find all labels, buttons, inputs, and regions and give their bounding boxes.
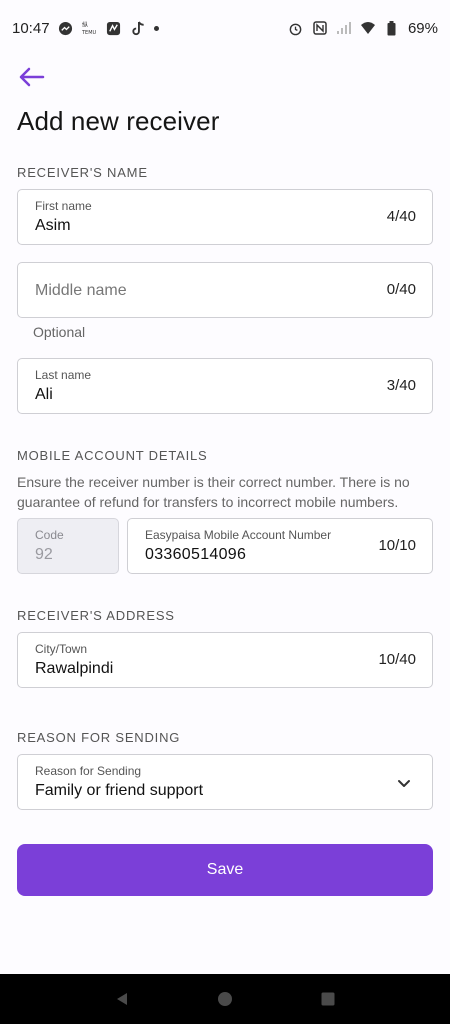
app-icon bbox=[106, 20, 122, 36]
mobile-number-field[interactable]: Easypaisa Mobile Account Number 03360514… bbox=[127, 518, 433, 574]
nav-back-button[interactable] bbox=[107, 984, 137, 1014]
city-label: City/Town bbox=[35, 642, 88, 656]
mobile-number-value: 03360514096 bbox=[145, 546, 247, 563]
country-code-field: Code 92 bbox=[17, 518, 119, 574]
temu-icon: 纵 TEMU bbox=[82, 20, 98, 36]
first-name-field[interactable]: First name Asim 4/40 bbox=[17, 189, 433, 245]
mobile-number-label: Easypaisa Mobile Account Number bbox=[145, 528, 332, 542]
first-name-counter: 4/40 bbox=[386, 208, 416, 225]
messenger-icon bbox=[58, 20, 74, 36]
page-title: Add new receiver bbox=[17, 106, 220, 136]
mobile-note: Ensure the receiver number is their corr… bbox=[17, 474, 410, 510]
code-label: Code bbox=[35, 528, 64, 542]
code-value: 92 bbox=[35, 546, 53, 563]
section-label-mobile: MOBILE ACCOUNT DETAILS bbox=[17, 448, 208, 463]
alarm-icon bbox=[288, 20, 304, 36]
chevron-down-icon bbox=[398, 780, 410, 787]
signal-icon bbox=[336, 20, 352, 36]
last-name-label: Last name bbox=[35, 368, 92, 382]
system-nav-bar bbox=[0, 974, 450, 1024]
square-recents-icon bbox=[321, 992, 335, 1006]
reason-label: Reason for Sending bbox=[35, 764, 142, 778]
first-name-label: First name bbox=[35, 199, 92, 213]
first-name-value: Asim bbox=[35, 217, 71, 234]
middle-name-counter: 0/40 bbox=[386, 281, 416, 298]
circle-home-icon bbox=[217, 992, 232, 1006]
back-button[interactable] bbox=[14, 62, 48, 92]
reason-value: Family or friend support bbox=[35, 782, 204, 799]
mobile-number-counter: 10/10 bbox=[378, 537, 416, 554]
battery-percent: 69% bbox=[407, 19, 438, 37]
last-name-value: Ali bbox=[35, 386, 53, 403]
section-label-reason: REASON FOR SENDING bbox=[17, 730, 181, 745]
triangle-back-icon bbox=[116, 993, 127, 1005]
reason-select[interactable]: Reason for Sending Family or friend supp… bbox=[17, 754, 433, 810]
city-value: Rawalpindi bbox=[35, 660, 114, 677]
svg-text:纵: 纵 bbox=[82, 22, 88, 29]
status-left: 10:47 纵 TEMU bbox=[12, 20, 159, 37]
status-time: 10:47 bbox=[12, 19, 50, 37]
status-right: 69% bbox=[288, 20, 438, 37]
nav-home-button[interactable] bbox=[210, 984, 240, 1014]
wifi-icon bbox=[360, 20, 376, 36]
middle-name-field[interactable]: Middle name 0/40 bbox=[17, 262, 433, 318]
status-bar: 10:47 纵 TEMU 69% bbox=[0, 0, 450, 56]
tiktok-icon bbox=[130, 20, 146, 36]
middle-name-helper: Optional bbox=[33, 324, 86, 340]
arrow-left-icon bbox=[19, 67, 45, 87]
section-label-receiver-name: RECEIVER'S NAME bbox=[17, 165, 148, 180]
middle-name-placeholder: Middle name bbox=[35, 282, 127, 299]
nav-recents-button[interactable] bbox=[313, 984, 343, 1014]
city-counter: 10/40 bbox=[378, 651, 416, 668]
save-button[interactable]: Save bbox=[17, 844, 433, 896]
nfc-icon bbox=[312, 20, 328, 36]
battery-icon bbox=[384, 20, 400, 36]
last-name-counter: 3/40 bbox=[386, 377, 416, 394]
dot-icon bbox=[153, 25, 159, 31]
svg-text:TEMU: TEMU bbox=[82, 30, 97, 35]
section-label-address: RECEIVER'S ADDRESS bbox=[17, 608, 175, 623]
last-name-field[interactable]: Last name Ali 3/40 bbox=[17, 358, 433, 414]
city-field[interactable]: City/Town Rawalpindi 10/40 bbox=[17, 632, 433, 688]
